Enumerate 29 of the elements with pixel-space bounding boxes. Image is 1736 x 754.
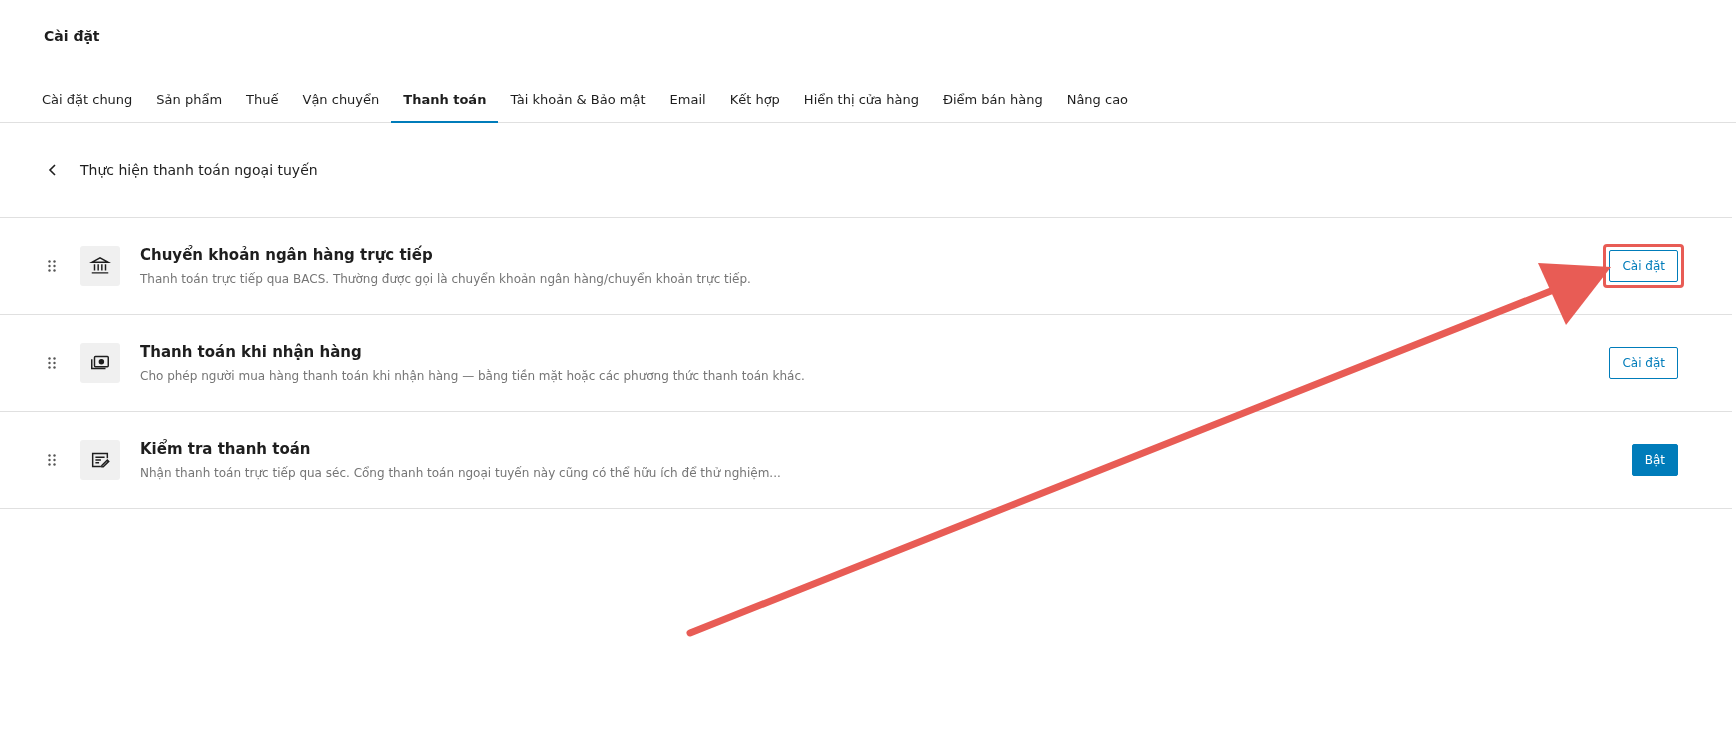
drag-handle-icon[interactable] [48, 357, 56, 369]
settings-tab[interactable]: Email [657, 80, 718, 123]
drag-handle-icon[interactable] [48, 260, 56, 272]
banknote-icon [80, 343, 120, 383]
setup-button[interactable]: Cài đặt [1609, 250, 1678, 282]
settings-tab[interactable]: Thanh toán [391, 80, 499, 123]
method-title: Thanh toán khi nhận hàng [140, 343, 363, 361]
bank-icon [80, 246, 120, 286]
settings-tab[interactable]: Hiển thị cửa hàng [791, 80, 931, 123]
back-chevron-icon[interactable] [48, 163, 58, 177]
settings-tab[interactable]: Thuế [234, 80, 291, 123]
settings-tab[interactable]: Vận chuyển [290, 80, 392, 123]
settings-tab[interactable]: Điểm bán hàng [930, 80, 1055, 123]
form-pen-icon [80, 440, 120, 480]
settings-tab[interactable]: Cài đặt chung [30, 80, 145, 123]
method-description: Cho phép người mua hàng thanh toán khi nhận hàng — bằng tiền mặt hoặc các phương thức thanh toán khác. [140, 369, 806, 383]
settings-tab[interactable]: Nâng cao [1054, 80, 1141, 123]
method-title: Kiểm tra thanh toán [140, 440, 312, 458]
section-title: Thực hiện thanh toán ngoại tuyến [80, 162, 318, 178]
method-title: Chuyển khoản ngân hàng trực tiếp [140, 246, 434, 264]
settings-tab[interactable]: Tài khoản & Bảo mật [498, 80, 658, 123]
drag-handle-icon[interactable] [48, 454, 56, 466]
method-description: Thanh toán trực tiếp qua BACS. Thường được gọi là chuyển khoản ngân hàng/chuyển khoản trực tiếp. [140, 272, 752, 286]
setup-button[interactable]: Cài đặt [1609, 347, 1678, 379]
page-title: Cài đặt [43, 27, 101, 46]
enable-button[interactable]: Bật [1631, 444, 1678, 476]
method-description: Nhận thanh toán trực tiếp qua séc. Cổng thanh toán ngoại tuyến này cũng có thể hữu ích để thử nghiệm... [140, 466, 782, 480]
settings-tab[interactable]: Kết hợp [717, 80, 792, 123]
settings-tab[interactable]: Sản phẩm [144, 80, 235, 123]
